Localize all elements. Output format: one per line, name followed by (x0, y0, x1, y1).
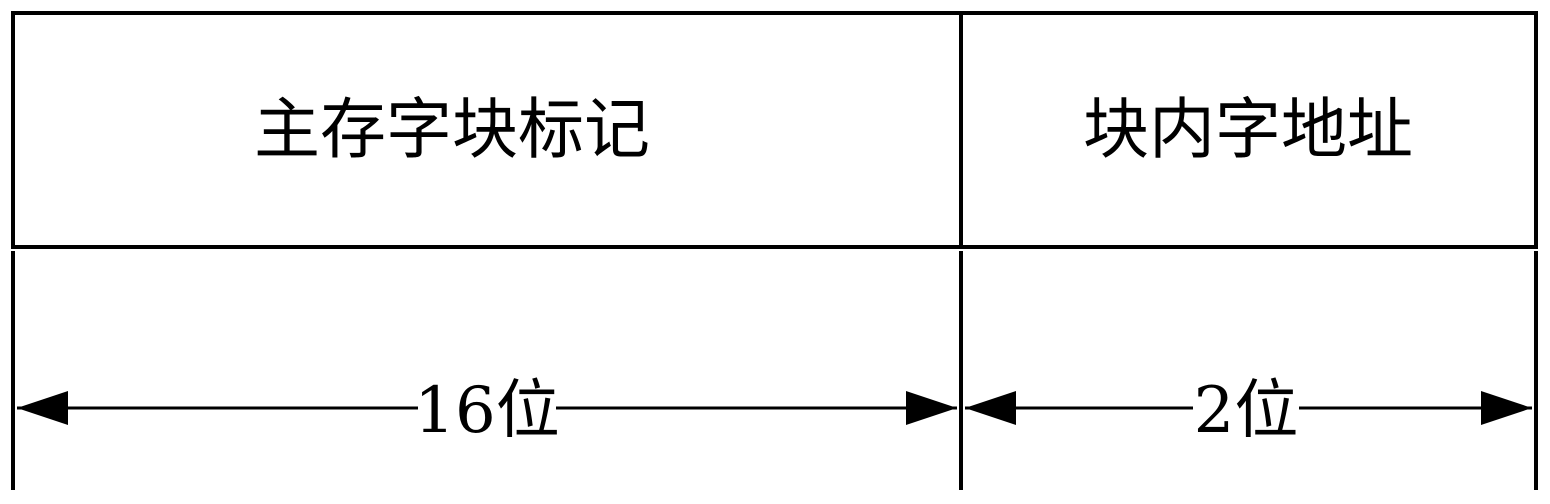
address-format-diagram: 主存字块标记 块内字地址 16位 2位 (11, 11, 1538, 490)
word-address-left-arrowhead (965, 391, 1016, 425)
word-address-width-dimension: 2位 (965, 374, 1532, 448)
extension-lines (11, 251, 1538, 490)
tag-right-arrowhead (906, 391, 957, 425)
tag-width-dimension: 16位 (17, 374, 957, 448)
tag-left-arrowhead (17, 391, 68, 425)
tag-width-label: 16位 (414, 374, 559, 448)
word-address-field-label: 块内字地址 (1083, 91, 1413, 168)
word-address-right-arrowhead (1481, 391, 1532, 425)
tag-field-label: 主存字块标记 (254, 91, 650, 168)
word-address-width-label: 2位 (1194, 374, 1299, 448)
